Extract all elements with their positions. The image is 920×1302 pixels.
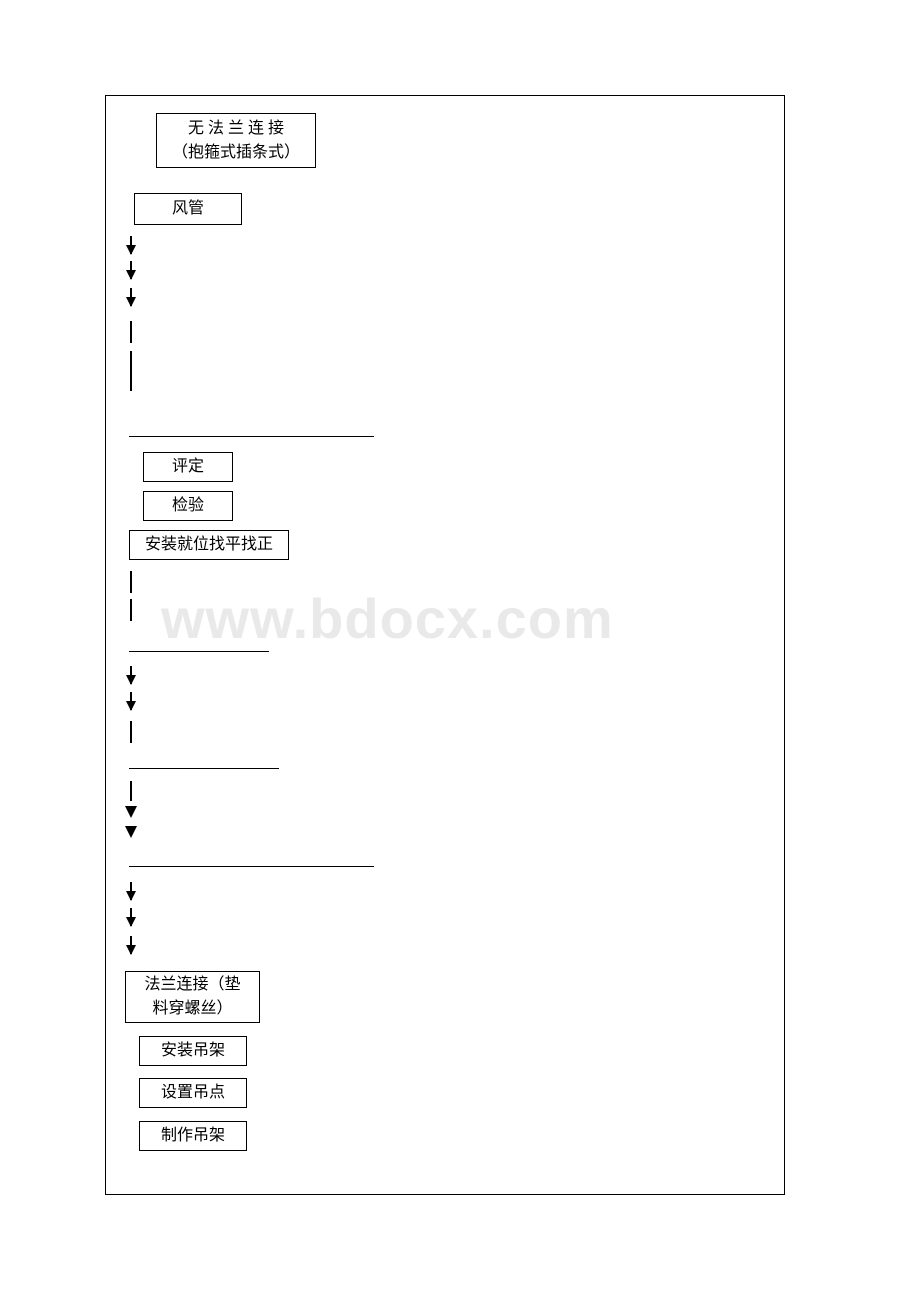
watermark-text: www.bdocx.com xyxy=(161,586,614,651)
arrow-down-icon xyxy=(130,936,132,954)
divider-line xyxy=(129,768,279,769)
arrow-down-icon xyxy=(130,692,132,710)
box-top-flangeless-text: 无 法 兰 连 接 （抱箍式插条式） xyxy=(172,117,300,165)
vertical-line-icon xyxy=(130,599,132,621)
box-fengguan: 风管 xyxy=(134,193,242,225)
arrow-down-icon xyxy=(130,236,132,254)
vertical-line-icon xyxy=(130,351,132,391)
box-anzhuangdiaojia: 安装吊架 xyxy=(139,1036,247,1066)
triangle-down-icon xyxy=(125,826,137,838)
box-top-flangeless: 无 法 兰 连 接 （抱箍式插条式） xyxy=(156,113,316,168)
arrow-down-icon xyxy=(130,666,132,684)
divider-line xyxy=(129,651,269,652)
arrow-down-icon xyxy=(130,261,132,279)
vertical-line-icon xyxy=(130,721,132,743)
arrow-down-icon xyxy=(130,288,132,306)
box-falanlianjie: 法兰连接（垫 料穿螺丝） xyxy=(125,971,260,1023)
triangle-down-icon xyxy=(125,806,137,818)
box-anzhuangjiuwei: 安装就位找平找正 xyxy=(129,530,289,560)
page-inner: www.bdocx.com 无 法 兰 连 接 （抱箍式插条式） 风管 评定 检… xyxy=(106,96,784,1194)
vertical-line-icon xyxy=(130,321,132,343)
box-shezhidiaodian: 设置吊点 xyxy=(139,1078,247,1108)
arrow-down-icon xyxy=(130,908,132,926)
box-jianyan: 检验 xyxy=(143,491,233,521)
vertical-line-icon xyxy=(130,781,132,801)
box-falanlianjie-text: 法兰连接（垫 料穿螺丝） xyxy=(144,973,240,1021)
divider-line xyxy=(129,436,374,437)
page-frame: www.bdocx.com 无 法 兰 连 接 （抱箍式插条式） 风管 评定 检… xyxy=(105,95,785,1195)
vertical-line-icon xyxy=(130,571,132,593)
arrow-down-icon xyxy=(130,882,132,900)
divider-line xyxy=(129,866,374,867)
box-pingding: 评定 xyxy=(143,452,233,482)
box-zhizuodiaojia: 制作吊架 xyxy=(139,1121,247,1151)
